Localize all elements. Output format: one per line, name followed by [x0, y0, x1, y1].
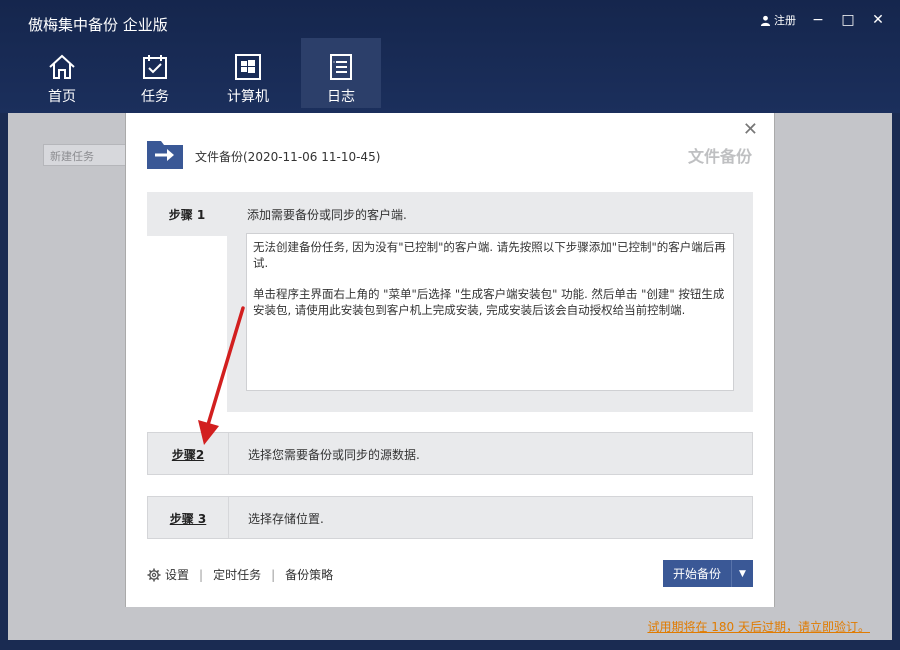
- step-1-desc: 添加需要备份或同步的客户端.: [247, 208, 407, 222]
- dialog-footer-links: 设置 | 定时任务 | 备份策略: [147, 566, 333, 583]
- user-icon: [760, 15, 771, 26]
- nav-item-computers[interactable]: 计算机: [208, 38, 288, 108]
- step-2-divider: [228, 433, 229, 474]
- file-backup-dialog: ✕ 文件备份(2020-11-06 11-10-45) 文件备份 步骤 1 添加…: [125, 113, 775, 607]
- step-1-label: 步骤 1: [168, 208, 206, 222]
- dialog-subtitle: 文件备份(2020-11-06 11-10-45): [195, 150, 381, 164]
- scheduled-task-link[interactable]: 定时任务: [213, 566, 261, 583]
- minimize-button[interactable]: −: [810, 12, 826, 28]
- message-paragraph-2: 单击程序主界面右上角的 "菜单"后选择 "生成客户端安装包" 功能. 然后单击 …: [253, 287, 725, 317]
- nav-label-log: 日志: [327, 89, 355, 105]
- backup-policy-link[interactable]: 备份策略: [285, 566, 333, 583]
- nav-label-home: 首页: [48, 89, 76, 105]
- footer-separator: |: [199, 567, 204, 582]
- dialog-title: 文件备份: [687, 147, 752, 166]
- task-icon: [143, 55, 167, 79]
- nav-item-tasks[interactable]: 任务: [115, 38, 195, 108]
- step-2-label[interactable]: 步骤2: [148, 446, 228, 463]
- settings-label: 设置: [165, 568, 190, 582]
- main-nav: 首页 任务 计算机 日志: [22, 38, 394, 108]
- footer-separator: |: [271, 567, 276, 582]
- register-label: 注册: [774, 14, 796, 27]
- file-backup-icon: [147, 141, 183, 169]
- nav-item-home[interactable]: 首页: [22, 38, 102, 108]
- dialog-close-button[interactable]: ✕: [743, 119, 758, 140]
- computer-icon: [235, 54, 261, 80]
- nav-label-tasks: 任务: [141, 89, 169, 105]
- app-title: 傲梅集中备份 企业版: [28, 16, 168, 34]
- step-1-message-box: 无法创建备份任务, 因为没有"已控制"的客户端. 请先按照以下步骤添加"已控制"…: [246, 233, 734, 391]
- message-paragraph-1: 无法创建备份任务, 因为没有"已控制"的客户端. 请先按照以下步骤添加"已控制"…: [253, 240, 726, 270]
- log-icon: [330, 54, 352, 80]
- nav-item-log[interactable]: 日志: [301, 38, 381, 108]
- step-1-panel: 步骤 1 添加需要备份或同步的客户端. 无法创建备份任务, 因为没有"已控制"的…: [147, 192, 753, 412]
- new-task-button[interactable]: 新建任务: [43, 144, 127, 166]
- gear-icon: [147, 568, 161, 581]
- step-3-panel[interactable]: 步骤 3 选择存储位置.: [147, 496, 753, 539]
- step-2-panel[interactable]: 步骤2 选择您需要备份或同步的源数据.: [147, 432, 753, 475]
- register-button[interactable]: 注册: [760, 12, 796, 28]
- settings-link[interactable]: 设置: [147, 566, 189, 583]
- close-window-button[interactable]: ✕: [870, 12, 886, 28]
- window-controls: 注册 − □ ✕: [760, 12, 886, 28]
- title-bar: 傲梅集中备份 企业版 注册 − □ ✕ 首页 任务 计算机 日志: [0, 0, 900, 113]
- chevron-down-icon[interactable]: ▼: [731, 560, 753, 587]
- step-3-desc: 选择存储位置.: [248, 512, 324, 526]
- home-icon: [49, 54, 75, 79]
- nav-label-computers: 计算机: [227, 89, 269, 105]
- step-2-desc: 选择您需要备份或同步的源数据.: [248, 448, 420, 462]
- step-1-left-blank: [147, 236, 227, 412]
- step-3-label[interactable]: 步骤 3: [148, 510, 228, 527]
- trial-expiry-link[interactable]: 试用期将在 180 天后过期，请立即验订。: [647, 618, 870, 635]
- maximize-button[interactable]: □: [840, 12, 856, 28]
- start-backup-label: 开始备份: [672, 567, 721, 581]
- step-3-divider: [228, 497, 229, 538]
- start-backup-button[interactable]: 开始备份 ▼: [663, 560, 753, 587]
